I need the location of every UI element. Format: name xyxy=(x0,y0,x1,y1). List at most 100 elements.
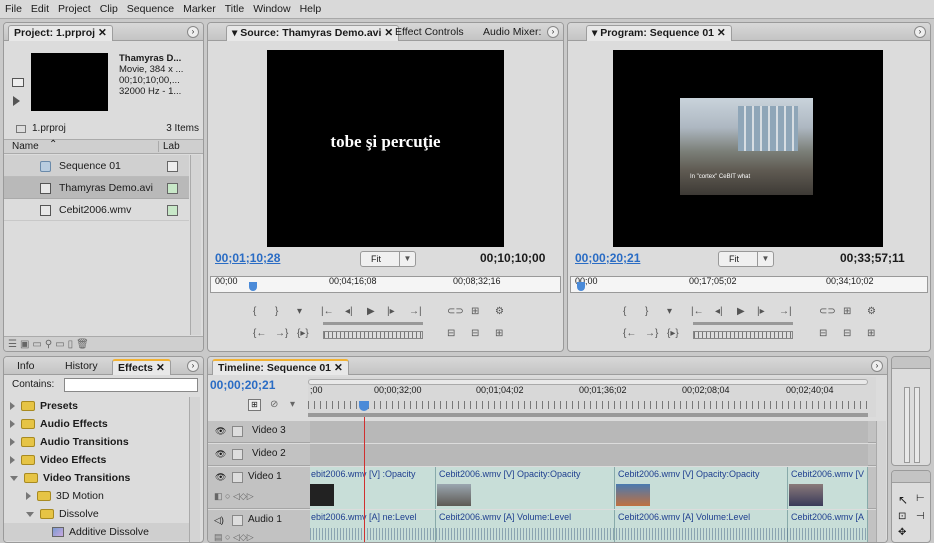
automate-icon[interactable]: ▭ xyxy=(32,339,44,350)
delete-icon[interactable]: 🗑 xyxy=(76,339,92,350)
panel-menu-icon[interactable]: › xyxy=(547,26,559,38)
menu-help[interactable]: Help xyxy=(300,3,322,15)
tree-item-additive-dissolve[interactable]: Additive Dissolve xyxy=(4,523,189,541)
lift-icon[interactable]: ⊟ xyxy=(819,328,827,339)
menu-project[interactable]: Project xyxy=(58,3,91,15)
rolling-edit-tool-icon[interactable]: ⊣ xyxy=(916,511,925,522)
go-to-next-marker-icon[interactable]: →} xyxy=(275,328,288,339)
track-name[interactable]: Video 3 xyxy=(252,425,286,436)
close-icon[interactable]: ✕ xyxy=(156,362,165,374)
timeline-ruler[interactable]: ;00 00;00;32;00 00;01;04;02 00;01;36;02 … xyxy=(308,377,876,417)
close-icon[interactable]: ✕ xyxy=(334,362,343,374)
tab-info[interactable]: Info xyxy=(12,359,40,375)
label-color-swatch[interactable] xyxy=(167,183,178,194)
new-bin-icon[interactable]: ▭ xyxy=(55,339,67,350)
step-forward-icon[interactable]: |▸ xyxy=(757,306,765,317)
source-zoom-select[interactable]: Fit ▼ xyxy=(360,251,416,267)
expand-icon[interactable] xyxy=(10,402,15,411)
play-in-to-out-icon[interactable]: {▸} xyxy=(297,328,309,339)
expand-icon[interactable] xyxy=(10,438,15,447)
track-area[interactable] xyxy=(310,421,868,443)
effects-search-input[interactable] xyxy=(64,378,198,392)
step-back-icon[interactable]: ◂| xyxy=(345,306,353,317)
playhead-icon[interactable] xyxy=(249,282,257,291)
icon-view-icon[interactable]: ▣ xyxy=(20,339,32,350)
go-to-out-icon[interactable]: →| xyxy=(409,306,422,317)
video-clip[interactable]: Cebit2006.wmv [V] Opacity:Opacity xyxy=(437,467,615,509)
shuttle-slider[interactable] xyxy=(693,322,793,325)
panel-menu-icon[interactable]: › xyxy=(187,360,199,372)
tab-timeline[interactable]: Timeline: Sequence 01 ✕ xyxy=(212,359,349,375)
safe-margins-icon[interactable]: ⊞ xyxy=(471,306,479,317)
close-icon[interactable]: ✕ xyxy=(717,27,726,39)
video-clip[interactable]: Cebit2006.wmv [V xyxy=(789,467,868,509)
tab-program[interactable]: ▾ Program: Sequence 01 ✕ xyxy=(586,25,732,41)
snap-icon[interactable]: ⊞ xyxy=(248,399,261,411)
set-encore-marker-icon[interactable]: ⊘ xyxy=(270,399,278,410)
collapse-icon[interactable] xyxy=(10,475,18,481)
toggle-take-icon[interactable]: ⊞ xyxy=(495,328,503,339)
source-current-timecode[interactable]: 00;01;10;28 xyxy=(215,251,280,265)
list-item[interactable]: Thamyras Demo.avi xyxy=(4,177,189,199)
keyframe-nav-icon[interactable]: ▤ ○ ◁◇▷ xyxy=(214,532,254,542)
play-icon[interactable]: ▶ xyxy=(737,306,745,317)
menu-edit[interactable]: Edit xyxy=(31,3,49,15)
eye-icon[interactable]: 👁 xyxy=(215,472,226,483)
timeline-playhead-icon[interactable] xyxy=(359,401,369,411)
output-icon[interactable]: ⚙ xyxy=(867,306,876,317)
tree-item-presets[interactable]: Presets xyxy=(4,397,189,415)
tab-audio-mixer[interactable]: Audio Mixer: xyxy=(478,25,546,41)
find-icon[interactable]: ⚲ xyxy=(45,339,55,350)
label-color-swatch[interactable] xyxy=(167,161,178,172)
tab-effects[interactable]: Effects ✕ xyxy=(112,359,171,375)
loop-icon[interactable]: ⊂⊃ xyxy=(819,306,836,317)
track-name[interactable]: Audio 1 xyxy=(248,514,282,525)
project-scrollbar[interactable] xyxy=(190,155,201,335)
list-item[interactable]: Sequence 01 xyxy=(4,155,189,177)
track-area[interactable]: ebit2006.wmv [A] ne:Level Cebit2006.wmv … xyxy=(310,510,868,542)
track-name[interactable]: Video 1 xyxy=(248,471,282,482)
lock-toggle[interactable] xyxy=(232,472,243,483)
speaker-icon[interactable]: ◁) xyxy=(214,515,224,526)
column-name[interactable]: Name xyxy=(12,141,39,152)
eye-icon[interactable]: 👁 xyxy=(215,426,226,437)
tree-item-audio-transitions[interactable]: Audio Transitions xyxy=(4,433,189,451)
menu-title[interactable]: Title xyxy=(225,3,244,15)
collapse-icon[interactable] xyxy=(26,511,34,517)
track-name[interactable]: Video 2 xyxy=(252,448,286,459)
new-item-icon[interactable]: ▯ xyxy=(68,339,77,350)
menu-clip[interactable]: Clip xyxy=(100,3,118,15)
set-marker-icon[interactable]: ▾ xyxy=(297,306,302,317)
label-color-swatch[interactable] xyxy=(167,205,178,216)
menu-marker[interactable]: Marker xyxy=(183,3,216,15)
list-item[interactable]: Cebit2006.wmv xyxy=(4,199,189,221)
poster-frame-icon[interactable] xyxy=(12,78,24,87)
expand-icon[interactable] xyxy=(26,492,31,501)
rate-stretch-tool-icon[interactable]: ✥ xyxy=(898,527,906,538)
playhead-icon[interactable] xyxy=(577,282,585,291)
play-preview-icon[interactable] xyxy=(13,96,20,106)
lock-toggle[interactable] xyxy=(232,515,243,526)
timeline-vertical-scrollbar[interactable] xyxy=(876,421,886,542)
safe-margins-icon[interactable]: ⊞ xyxy=(843,306,851,317)
program-current-timecode[interactable]: 00;00;20;21 xyxy=(575,251,640,265)
menu-sequence[interactable]: Sequence xyxy=(127,3,174,15)
work-area-bar[interactable] xyxy=(308,413,868,417)
tree-item-video-transitions[interactable]: Video Transitions xyxy=(4,469,189,487)
selection-tool-icon[interactable]: ↖ xyxy=(898,493,908,507)
set-marker-icon[interactable]: ▾ xyxy=(667,306,672,317)
ripple-edit-tool-icon[interactable]: ⊡ xyxy=(898,511,906,522)
expand-icon[interactable] xyxy=(10,456,15,465)
list-view-icon[interactable]: ☰ xyxy=(8,339,20,350)
step-forward-icon[interactable]: |▸ xyxy=(387,306,395,317)
track-area[interactable] xyxy=(310,444,868,466)
shuttle-slider[interactable] xyxy=(323,322,423,325)
sort-ascending-icon[interactable]: ⌃ xyxy=(49,139,57,150)
go-to-previous-marker-icon[interactable]: {← xyxy=(253,328,266,339)
keyframe-nav-icon[interactable]: ◧ ○ ◁◇▷ xyxy=(214,491,254,502)
video-clip[interactable]: Cebit2006.wmv [V] Opacity:Opacity xyxy=(616,467,788,509)
go-to-previous-edit-icon[interactable]: {← xyxy=(623,328,636,339)
play-icon[interactable]: ▶ xyxy=(367,306,375,317)
play-in-to-out-icon[interactable]: {▸} xyxy=(667,328,679,339)
tree-item-audio-effects[interactable]: Audio Effects xyxy=(4,415,189,433)
